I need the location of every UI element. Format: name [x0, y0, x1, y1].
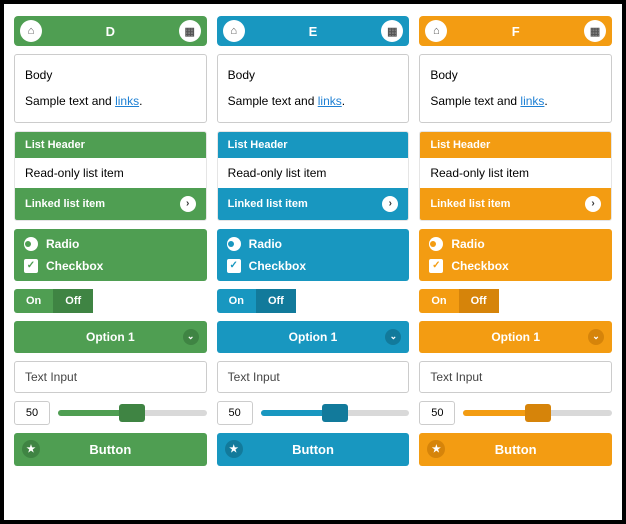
slider-value[interactable]: 50 [419, 401, 455, 425]
slider-track[interactable] [58, 410, 207, 416]
body-card: Body Sample text and links. [14, 54, 207, 123]
list: List Header Read-only list item Linked l… [419, 131, 612, 221]
checkbox-option[interactable]: ✓Checkbox [24, 259, 197, 273]
star-icon: ★ [22, 440, 40, 458]
form-panel: Radio ✓Checkbox [217, 229, 410, 281]
body-heading: Body [430, 65, 601, 85]
star-icon: ★ [427, 440, 445, 458]
check-icon: ✓ [24, 259, 38, 273]
header-title: D [42, 24, 179, 39]
slider-value[interactable]: 50 [217, 401, 253, 425]
text-input[interactable]: Text Input [419, 361, 612, 393]
body-link[interactable]: links [318, 94, 342, 108]
slider-track[interactable] [463, 410, 612, 416]
list-item-linked[interactable]: Linked list item› [218, 188, 409, 220]
list-item-linked[interactable]: Linked list item› [420, 188, 611, 220]
home-icon[interactable]: ⌂ [20, 20, 42, 42]
toggle-off: Off [256, 289, 296, 313]
chevron-right-icon: › [180, 196, 196, 212]
select-dropdown[interactable]: Option 1⌄ [217, 321, 410, 353]
form-panel: Radio ✓Checkbox [14, 229, 207, 281]
radio-icon [227, 237, 241, 251]
grid-icon[interactable]: ▦ [179, 20, 201, 42]
form-panel: Radio ✓Checkbox [419, 229, 612, 281]
toggle-on: On [14, 289, 53, 313]
toggle-off: Off [459, 289, 499, 313]
slider-track[interactable] [261, 410, 410, 416]
checkbox-option[interactable]: ✓Checkbox [429, 259, 602, 273]
list-item-readonly: Read-only list item [420, 158, 611, 188]
list-item-readonly: Read-only list item [15, 158, 206, 188]
body-heading: Body [228, 65, 399, 85]
slider-thumb[interactable] [322, 404, 348, 422]
chevron-down-icon: ⌄ [588, 329, 604, 345]
theme-column-f: ⌂ F ▦ Body Sample text and links. List H… [419, 16, 612, 508]
checkbox-option[interactable]: ✓Checkbox [227, 259, 400, 273]
toggle-on: On [419, 289, 458, 313]
toggle[interactable]: OnOff [217, 289, 410, 313]
radio-option[interactable]: Radio [227, 237, 400, 251]
header-bar: ⌂ F ▦ [419, 16, 612, 46]
star-icon: ★ [225, 440, 243, 458]
body-heading: Body [25, 65, 196, 85]
list-header: List Header [420, 132, 611, 158]
toggle[interactable]: OnOff [14, 289, 207, 313]
radio-icon [24, 237, 38, 251]
list: List Header Read-only list item Linked l… [217, 131, 410, 221]
home-icon[interactable]: ⌂ [223, 20, 245, 42]
toggle-on: On [217, 289, 256, 313]
radio-option[interactable]: Radio [24, 237, 197, 251]
theme-column-d: ⌂ D ▦ Body Sample text and links. List H… [14, 16, 207, 508]
body-text: Sample text and links. [430, 91, 601, 111]
header-title: F [447, 24, 584, 39]
slider-row: 50 [14, 401, 207, 425]
toggle[interactable]: OnOff [419, 289, 612, 313]
text-input[interactable]: Text Input [14, 361, 207, 393]
list-header: List Header [218, 132, 409, 158]
home-icon[interactable]: ⌂ [425, 20, 447, 42]
slider-value[interactable]: 50 [14, 401, 50, 425]
body-link[interactable]: links [115, 94, 139, 108]
grid-icon[interactable]: ▦ [381, 20, 403, 42]
chevron-down-icon: ⌄ [385, 329, 401, 345]
body-link[interactable]: links [520, 94, 544, 108]
slider-thumb[interactable] [119, 404, 145, 422]
list-header: List Header [15, 132, 206, 158]
primary-button[interactable]: ★Button [217, 433, 410, 466]
theme-column-e: ⌂ E ▦ Body Sample text and links. List H… [217, 16, 410, 508]
header-title: E [245, 24, 382, 39]
primary-button[interactable]: ★Button [419, 433, 612, 466]
chevron-right-icon: › [585, 196, 601, 212]
check-icon: ✓ [429, 259, 443, 273]
radio-icon [429, 237, 443, 251]
list: List Header Read-only list item Linked l… [14, 131, 207, 221]
body-card: Body Sample text and links. [217, 54, 410, 123]
body-card: Body Sample text and links. [419, 54, 612, 123]
theme-showcase: ⌂ D ▦ Body Sample text and links. List H… [0, 0, 626, 524]
slider-row: 50 [217, 401, 410, 425]
grid-icon[interactable]: ▦ [584, 20, 606, 42]
header-bar: ⌂ D ▦ [14, 16, 207, 46]
chevron-down-icon: ⌄ [183, 329, 199, 345]
radio-option[interactable]: Radio [429, 237, 602, 251]
select-dropdown[interactable]: Option 1⌄ [419, 321, 612, 353]
slider-row: 50 [419, 401, 612, 425]
text-input[interactable]: Text Input [217, 361, 410, 393]
list-item-readonly: Read-only list item [218, 158, 409, 188]
check-icon: ✓ [227, 259, 241, 273]
body-text: Sample text and links. [25, 91, 196, 111]
select-dropdown[interactable]: Option 1⌄ [14, 321, 207, 353]
chevron-right-icon: › [382, 196, 398, 212]
primary-button[interactable]: ★Button [14, 433, 207, 466]
body-text: Sample text and links. [228, 91, 399, 111]
slider-thumb[interactable] [525, 404, 551, 422]
list-item-linked[interactable]: Linked list item› [15, 188, 206, 220]
header-bar: ⌂ E ▦ [217, 16, 410, 46]
toggle-off: Off [53, 289, 93, 313]
